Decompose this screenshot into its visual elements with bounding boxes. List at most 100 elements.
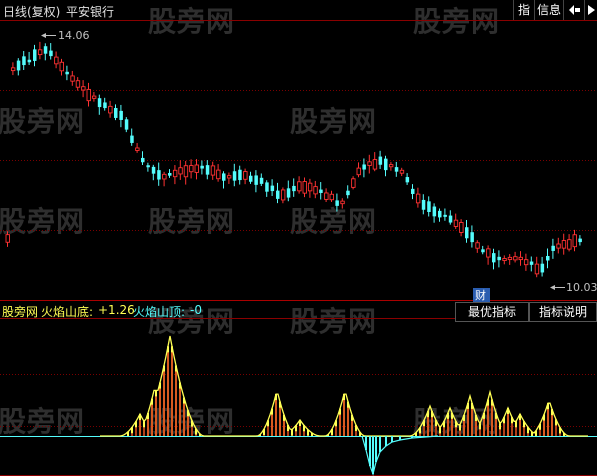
candle-body	[529, 261, 534, 265]
finance-badge[interactable]: 财	[473, 288, 490, 302]
candle-body	[307, 182, 313, 192]
candle-body	[459, 222, 464, 233]
candle-body	[540, 263, 545, 273]
candle-body	[427, 201, 431, 212]
candle-body	[280, 189, 286, 201]
candle-body	[497, 256, 501, 261]
candle-body	[432, 206, 437, 217]
candle-body	[438, 210, 442, 218]
candle-body	[259, 177, 264, 184]
candle-body	[329, 193, 334, 201]
candle-body	[194, 164, 199, 173]
candle-body	[453, 219, 459, 227]
indicator-explain-label: 指标说明	[538, 305, 587, 319]
candle-body	[561, 240, 567, 249]
candle-body	[172, 169, 178, 178]
candle-body	[443, 214, 447, 217]
candle-body	[313, 186, 318, 195]
candle-body	[448, 215, 453, 223]
candle-body	[578, 238, 582, 243]
info-label: 信息	[536, 3, 561, 17]
indicator-source: 股旁网	[2, 305, 39, 319]
candle-body	[351, 178, 356, 188]
candle-body	[119, 110, 123, 120]
zhi-label: 指	[517, 3, 530, 17]
stock-name: 平安银行	[66, 5, 115, 19]
period-label[interactable]: 日线(复权)	[3, 3, 60, 20]
candle-body	[486, 248, 491, 258]
candle-body	[232, 171, 237, 181]
zhi-button[interactable]: 指	[513, 0, 534, 20]
candle-body	[22, 56, 26, 66]
arrow-button[interactable]	[563, 0, 584, 20]
best-indicator-button[interactable]: 最优指标	[455, 302, 529, 322]
candle-body	[340, 200, 345, 205]
candle-body	[421, 199, 426, 210]
low-marker: 10.03	[550, 281, 597, 294]
right-triangle-icon	[588, 5, 595, 15]
candle-body	[97, 98, 102, 108]
candle-body	[33, 49, 37, 61]
candle-body	[518, 256, 523, 261]
candle-body	[405, 177, 410, 183]
candle-body	[372, 159, 378, 170]
candle-body	[210, 165, 216, 176]
arrow-icon	[569, 5, 580, 15]
candle-body	[200, 165, 204, 169]
candle-body	[254, 175, 258, 185]
candle-body	[151, 166, 156, 174]
candle-body	[346, 190, 350, 196]
candle-body	[297, 181, 302, 192]
candle-body	[270, 185, 275, 192]
scroll-button[interactable]	[584, 0, 597, 20]
candle-body	[324, 192, 329, 200]
candle-body	[572, 234, 577, 248]
candle-body	[157, 170, 161, 180]
candle-body	[556, 243, 561, 249]
candle-body	[146, 165, 150, 168]
candle-body	[222, 173, 226, 181]
candle-body	[91, 95, 97, 99]
candle-body	[367, 161, 372, 166]
candle-body	[513, 256, 518, 261]
candle-body	[394, 167, 399, 172]
top-value: -0	[190, 303, 202, 317]
finance-badge-label: 财	[475, 288, 486, 302]
candle-body	[130, 135, 134, 143]
high-price-label: 14.06	[58, 29, 90, 42]
candle-body	[551, 245, 555, 251]
candle-body	[292, 185, 296, 192]
indicator-explain-button[interactable]: 指标说明	[529, 302, 597, 322]
candle-body	[114, 108, 118, 118]
candle-body	[492, 253, 496, 263]
candle-body	[276, 190, 280, 199]
candle-body	[49, 50, 53, 57]
candle-body	[70, 75, 75, 82]
chart-area: 14.06 10.03 财	[0, 20, 597, 476]
candle-body	[411, 188, 415, 194]
candle-body	[470, 232, 474, 243]
candle-body	[465, 227, 469, 239]
info-button[interactable]: 信息	[534, 0, 563, 20]
candle-body	[378, 156, 383, 165]
candle-body	[335, 200, 339, 206]
candle-body	[384, 158, 388, 171]
candle-body	[81, 86, 86, 91]
candle-body	[356, 167, 361, 176]
low-price-label: 10.03	[566, 281, 597, 294]
candle-body	[249, 175, 253, 182]
candle-body	[286, 188, 291, 198]
candle-body	[168, 173, 172, 176]
candle-body	[388, 164, 394, 168]
candle-body	[205, 165, 210, 175]
candle-body	[183, 165, 189, 178]
candle-body	[141, 157, 145, 163]
candle-body	[226, 175, 232, 179]
candle-body	[243, 171, 248, 180]
candle-body	[178, 167, 183, 175]
candle-body	[43, 46, 48, 54]
candle-body	[27, 59, 32, 63]
candle-body	[567, 239, 572, 250]
candle-body	[523, 259, 529, 266]
chart-frame	[0, 20, 597, 476]
